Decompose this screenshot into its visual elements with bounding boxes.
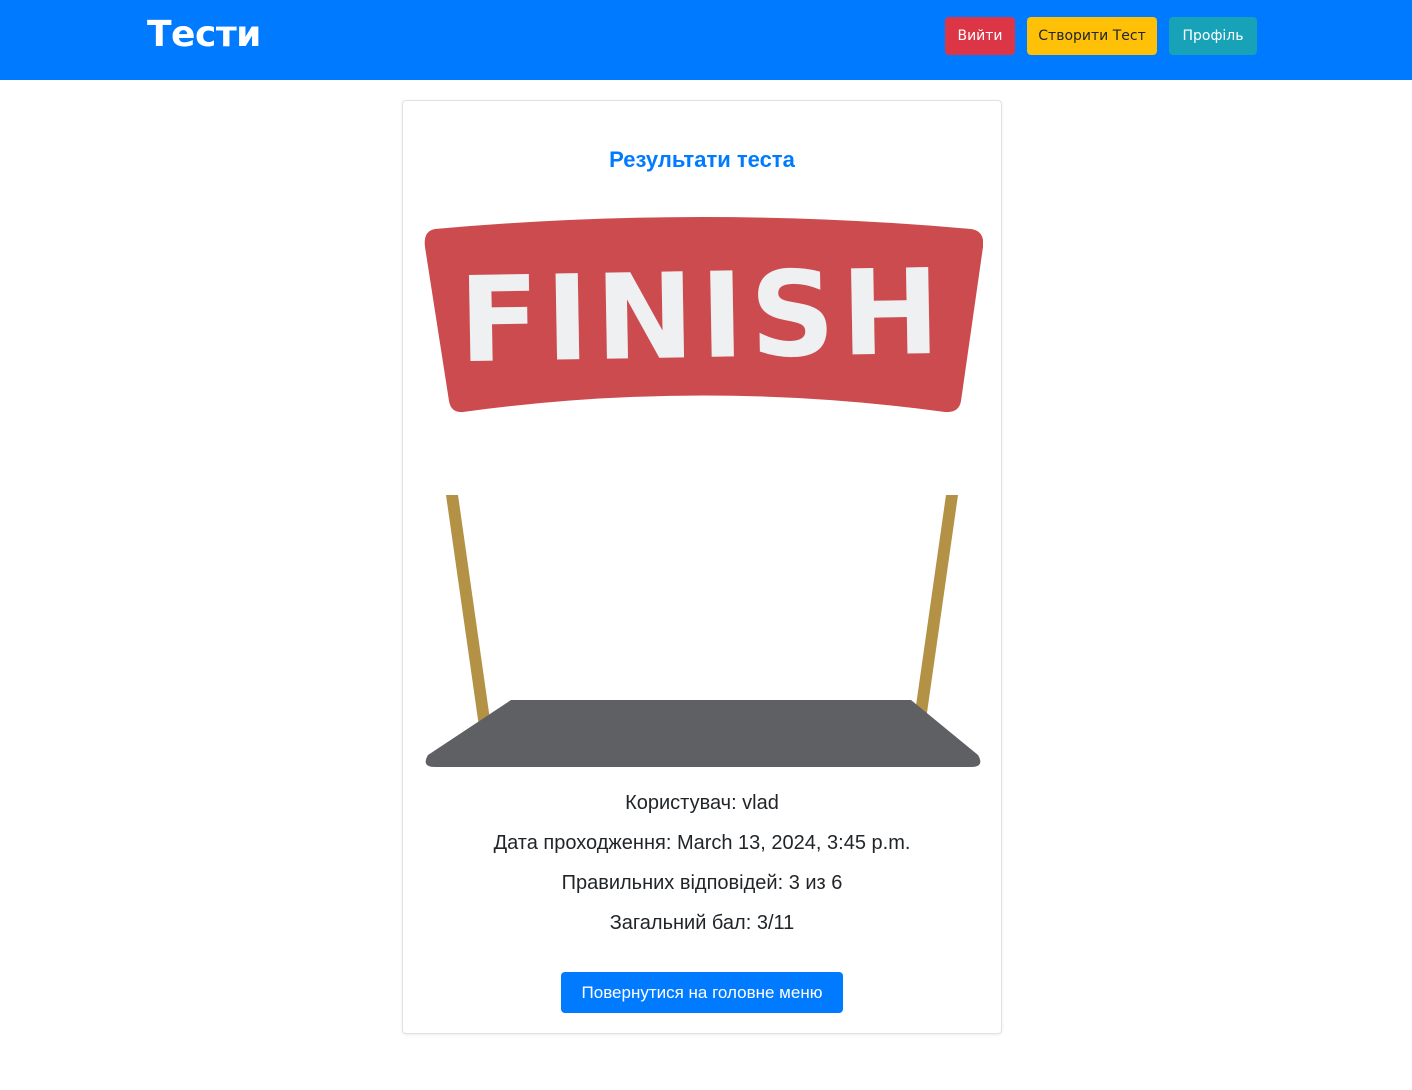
banner-text: FINISH <box>458 243 947 389</box>
finish-line-icon: FINISH <box>424 217 983 767</box>
date-info: Дата проходження: March 13, 2024, 3:45 p… <box>493 832 911 854</box>
home-menu-button[interactable]: Повернутися на головне меню <box>561 972 843 1013</box>
results-title: Результати теста <box>609 147 795 172</box>
profile-button[interactable]: Профіль <box>1169 17 1257 55</box>
logout-button[interactable]: Вийти <box>945 17 1015 55</box>
brand-title[interactable]: Тести <box>147 12 261 58</box>
results-card: Результати теста FINISH Користувач: vlad… <box>402 100 1002 1034</box>
create-test-button[interactable]: Створити Тест <box>1027 17 1157 55</box>
correct-answers-info: Правильних відповідей: 3 из 6 <box>561 872 843 894</box>
finish-floor <box>425 700 981 767</box>
total-score-info: Загальний бал: 3/11 <box>609 912 795 934</box>
navbar: Тести Вийти Створити Тест Профіль <box>0 0 1412 80</box>
user-info: Користувач: vlad <box>625 792 779 814</box>
